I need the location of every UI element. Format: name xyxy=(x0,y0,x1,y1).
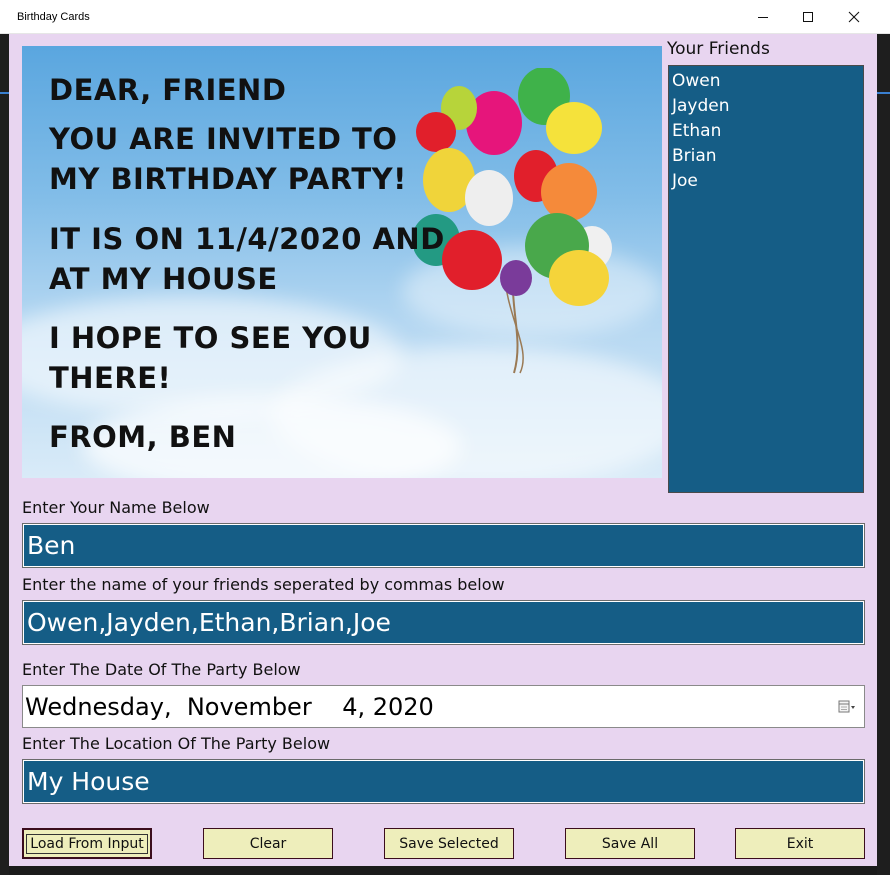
load-from-input-label: Load From Input xyxy=(26,833,148,854)
location-label: Enter The Location Of The Party Below xyxy=(22,734,331,753)
maximize-icon xyxy=(803,12,813,22)
friend-item[interactable]: Jayden xyxy=(672,94,860,119)
close-icon xyxy=(848,11,860,23)
friends-input-label: Enter the name of your friends seperated… xyxy=(22,575,505,594)
minimize-button[interactable] xyxy=(740,0,786,34)
friend-item[interactable]: Brian xyxy=(672,144,860,169)
load-from-input-button[interactable]: Load From Input xyxy=(22,828,152,859)
client-area: Dear, Friend You are invited to my birth… xyxy=(9,34,877,866)
clear-button[interactable]: Clear xyxy=(203,828,333,859)
date-value: Wednesday, November 4, 2020 xyxy=(25,692,434,721)
window-title: Birthday Cards xyxy=(17,11,90,23)
exit-button[interactable]: Exit xyxy=(735,828,865,859)
card-line-hope-1: I hope to see you xyxy=(49,321,372,355)
friends-list-label: Your Friends xyxy=(667,39,770,59)
friends-input[interactable]: Owen,Jayden,Ethan,Brian,Joe xyxy=(22,600,865,645)
name-label: Enter Your Name Below xyxy=(22,498,210,517)
maximize-button[interactable] xyxy=(785,0,831,34)
date-label: Enter The Date Of The Party Below xyxy=(22,660,301,679)
calendar-dropdown-icon[interactable] xyxy=(838,700,856,714)
title-bar[interactable]: Birthday Cards xyxy=(0,0,890,34)
card-line-invite-1: You are invited to xyxy=(49,122,398,156)
save-all-button[interactable]: Save All xyxy=(565,828,695,859)
friend-item[interactable]: Owen xyxy=(672,69,860,94)
card-line-greeting: Dear, Friend xyxy=(49,73,287,107)
card-line-date-1: It is on 11/4/2020 and xyxy=(49,222,445,256)
card-line-date-2: at My House xyxy=(49,262,278,296)
close-button[interactable] xyxy=(831,0,877,34)
name-input[interactable]: Ben xyxy=(22,523,865,568)
friend-item[interactable]: Joe xyxy=(672,169,860,194)
friend-item[interactable]: Ethan xyxy=(672,119,860,144)
friends-listbox[interactable]: Owen Jayden Ethan Brian Joe xyxy=(668,65,864,493)
save-selected-button[interactable]: Save Selected xyxy=(384,828,514,859)
card-line-signature: From, Ben xyxy=(49,420,237,454)
card-line-hope-2: there! xyxy=(49,361,172,395)
card-line-invite-2: my birthday party! xyxy=(49,162,407,196)
app-window: Birthday Cards DEAR, FRIEND YOU ARE INVI… xyxy=(0,0,890,875)
invitation-card: Dear, Friend You are invited to my birth… xyxy=(22,46,662,478)
date-picker[interactable]: Wednesday, November 4, 2020 xyxy=(22,685,865,728)
minimize-icon xyxy=(758,17,768,18)
location-input[interactable]: My House xyxy=(22,759,865,804)
